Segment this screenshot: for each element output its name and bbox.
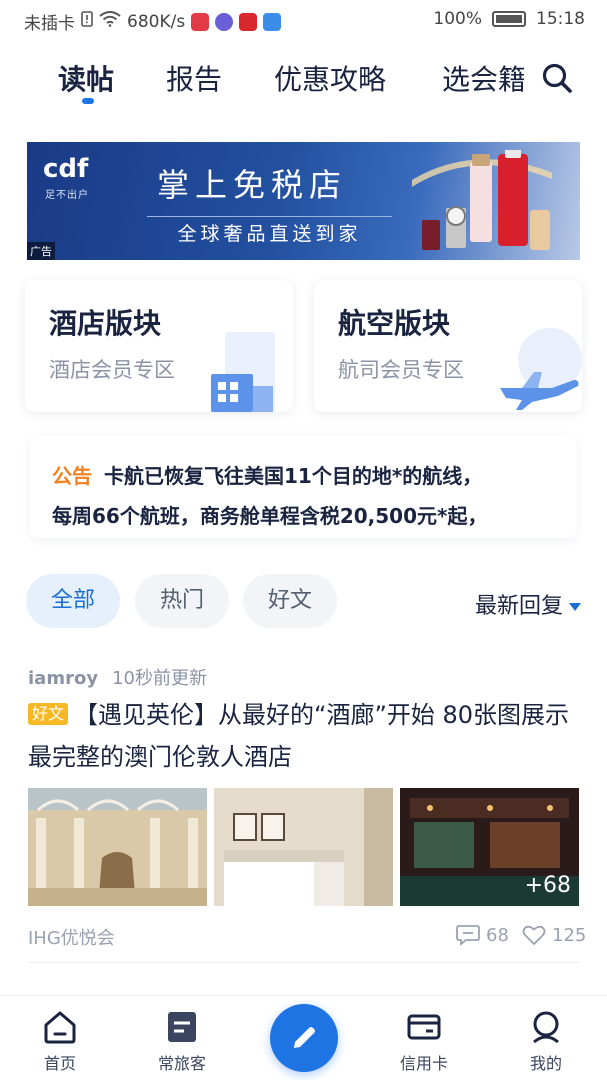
filter-chip-hot[interactable]: 热门 (135, 574, 229, 628)
airline-section-subtitle: 航司会员专区 (338, 358, 464, 382)
home-icon (44, 1011, 76, 1044)
banner-subtitle: 全球奢品直送到家 (147, 216, 392, 246)
like-count: 125 (552, 924, 587, 946)
bottom-nav: 首页 常旅客 信用卡 我的 (0, 995, 607, 1080)
pencil-icon (294, 1027, 315, 1048)
cosmetics-products-image (412, 150, 552, 250)
announcement-card[interactable]: 公告 卡航已恢复飞往美国11个目的地*的航线， 每周66个航班，商务舱单程含税20… (30, 436, 577, 538)
post-footer: IHG优悦会 68 125 (28, 922, 586, 952)
banner-title: 掌上免税店 (157, 166, 348, 204)
tab-reports[interactable]: 报告 (166, 58, 222, 98)
post-image-3[interactable]: +68 (400, 788, 579, 906)
comment-count: 68 (486, 924, 509, 946)
active-tab-indicator (82, 98, 94, 104)
post-meta: iamroy 10秒前更新 (28, 664, 207, 690)
post-author[interactable]: iamroy (28, 668, 98, 689)
nav-home[interactable]: 首页 (20, 1010, 100, 1074)
building-icon (211, 332, 275, 412)
user-icon (533, 1011, 559, 1044)
filter-chip-good[interactable]: 好文 (243, 574, 337, 628)
post-title-text: 【遇见英伦】从最好的“酒廊”开始 80张图展示最完整的澳门伦敦人酒店 (28, 701, 570, 771)
comment-stat[interactable]: 68 (456, 924, 509, 946)
post-divider (28, 962, 580, 963)
comment-icon (456, 925, 480, 946)
ad-label: 广告 (27, 242, 55, 260)
filter-bar: 全部 热门 好文 最新回复 (26, 574, 581, 628)
nav-credit-card[interactable]: 信用卡 (384, 1010, 464, 1074)
sim-alert-icon (81, 11, 93, 32)
like-stat[interactable]: 125 (522, 924, 586, 946)
tab-membership[interactable]: 选会籍 (442, 58, 524, 98)
heart-icon (522, 925, 546, 946)
post-images[interactable]: +68 (28, 788, 579, 906)
credit-card-icon (407, 1014, 441, 1040)
nav-mine[interactable]: 我的 (506, 1010, 586, 1074)
card-stack-icon (168, 1012, 196, 1042)
battery-icon (492, 11, 526, 27)
tab-read-posts[interactable]: 读帖 (58, 58, 114, 98)
post-forum-source[interactable]: IHG优悦会 (28, 924, 115, 950)
carrier-text: 未插卡 (24, 14, 75, 34)
announcement-label: 公告 (52, 464, 92, 488)
announcement-text-1: 卡航已恢复飞往美国11个目的地*的航线， (104, 464, 483, 488)
sort-label: 最新回复 (474, 594, 563, 619)
search-icon[interactable] (541, 62, 573, 94)
airline-section-title: 航空版块 (338, 307, 451, 340)
caret-down-icon (569, 603, 581, 611)
battery-percent: 100% (433, 9, 482, 29)
status-right: 100% 15:18 (433, 9, 585, 29)
tab-deals[interactable]: 优惠攻略 (274, 58, 386, 98)
post-time: 10秒前更新 (112, 668, 207, 689)
wifi-icon (99, 11, 121, 32)
music-icon (215, 12, 234, 31)
network-speed: 680K/s (127, 11, 186, 32)
nav-mine-label: 我的 (529, 1054, 562, 1073)
app-notification-icon-2 (239, 12, 258, 31)
ad-banner[interactable]: cdf 足不出户 掌上免税店 全球奢品直送到家 广告 (27, 142, 580, 260)
announcement-line-2: 每周66个航班，商务舱单程含税20,500元*起， (52, 504, 488, 528)
airline-section-card[interactable]: 航空版块 航司会员专区 (314, 280, 582, 412)
top-tab-bar: 读帖 报告 优惠攻略 选会籍 (0, 50, 607, 110)
filter-chip-all[interactable]: 全部 (26, 574, 120, 628)
app-notification-icon (191, 12, 210, 31)
post-image-1[interactable] (28, 788, 207, 906)
status-left: 未插卡 680K/s (24, 9, 282, 34)
good-article-badge: 好文 (28, 703, 69, 725)
cdf-logo: cdf (43, 154, 89, 184)
airplane-icon (500, 328, 582, 410)
cdf-logo-subtitle: 足不出户 (45, 190, 89, 201)
nav-traveler[interactable]: 常旅客 (142, 1010, 222, 1074)
compose-post-button[interactable] (270, 1004, 338, 1072)
nav-traveler-label: 常旅客 (157, 1054, 206, 1073)
clock: 15:18 (536, 9, 585, 29)
hotel-section-title: 酒店版块 (49, 307, 162, 340)
more-images-count: +68 (524, 873, 571, 898)
nav-home-label: 首页 (43, 1054, 76, 1073)
nav-credit-card-label: 信用卡 (399, 1054, 448, 1073)
post-title[interactable]: 好文 【遇见英伦】从最好的“酒廊”开始 80张图展示最完整的澳门伦敦人酒店 (28, 694, 578, 778)
status-bar: 未插卡 680K/s 100% 15:18 (0, 0, 607, 42)
post-image-2[interactable] (214, 788, 393, 906)
hotel-section-card[interactable]: 酒店版块 酒店会员专区 (25, 280, 293, 412)
hotel-section-subtitle: 酒店会员专区 (49, 358, 175, 382)
sort-dropdown[interactable]: 最新回复 (475, 588, 581, 620)
gallery-icon (263, 12, 282, 31)
announcement-line-1: 公告 卡航已恢复飞往美国11个目的地*的航线， (52, 456, 555, 496)
